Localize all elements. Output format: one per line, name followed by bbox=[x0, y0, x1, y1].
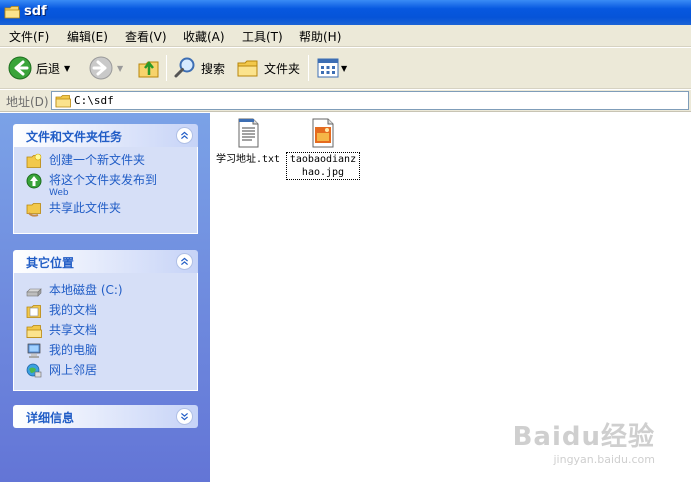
place-label: 共享文档 bbox=[49, 323, 98, 337]
menu-view[interactable]: 查看(V) bbox=[125, 28, 167, 45]
text-file-icon bbox=[238, 118, 259, 148]
toolbar-separator bbox=[166, 55, 167, 81]
chevron-up-icon[interactable] bbox=[176, 253, 193, 270]
folders-label: 文件夹 bbox=[264, 61, 301, 76]
file-view[interactable]: 学习地址.txt taobaodianzhao.jpg Baidu经验 jing… bbox=[210, 113, 691, 482]
folders-button[interactable]: 文件夹 bbox=[236, 54, 300, 82]
place-label: 本地磁盘 (C:) bbox=[49, 283, 123, 297]
chevron-up-icon[interactable] bbox=[176, 127, 193, 144]
my-computer-icon bbox=[27, 343, 41, 358]
address-input[interactable]: C:\sdf bbox=[51, 91, 689, 110]
image-file-icon bbox=[312, 118, 334, 148]
panel-header[interactable]: 其它位置 bbox=[13, 250, 198, 273]
menu-tools[interactable]: 工具(T) bbox=[242, 28, 283, 45]
place-network[interactable]: 网上邻居 bbox=[26, 363, 197, 383]
back-label: 后退 bbox=[36, 61, 61, 76]
title-bar[interactable]: sdf bbox=[0, 0, 691, 25]
place-local-disk[interactable]: 本地磁盘 (C:) bbox=[26, 283, 197, 303]
place-label: 我的电脑 bbox=[49, 343, 98, 357]
views-button[interactable]: ▼ bbox=[316, 54, 347, 82]
task-new-folder[interactable]: 创建一个新文件夹 bbox=[26, 153, 197, 173]
watermark: Baidu经验 jingyan.baidu.com bbox=[513, 416, 655, 466]
task-label: 创建一个新文件夹 bbox=[49, 153, 146, 167]
up-folder-icon bbox=[138, 60, 159, 78]
other-places-panel: 其它位置 本地磁盘 (C:) 我的文档 共享文档 我的电脑 网上邻居 bbox=[13, 250, 198, 391]
panel-body: 本地磁盘 (C:) 我的文档 共享文档 我的电脑 网上邻居 bbox=[13, 273, 198, 391]
place-my-computer[interactable]: 我的电脑 bbox=[26, 343, 197, 363]
menu-favorites[interactable]: 收藏(A) bbox=[183, 28, 225, 45]
folder-icon bbox=[4, 6, 20, 19]
search-label: 搜索 bbox=[201, 61, 226, 76]
address-path: C:\sdf bbox=[74, 94, 114, 107]
local-disk-icon bbox=[26, 288, 42, 297]
back-arrow-icon bbox=[8, 56, 32, 80]
file-folder-tasks-panel: 文件和文件夹任务 创建一个新文件夹 将这个文件夹发布到 Web 共享此文件夹 bbox=[13, 124, 198, 234]
window-title: sdf bbox=[24, 4, 47, 19]
up-folder-button[interactable] bbox=[137, 54, 161, 82]
menu-edit[interactable]: 编辑(E) bbox=[67, 28, 108, 45]
folder-icon bbox=[55, 95, 71, 108]
task-label: 将这个文件夹发布到 bbox=[49, 173, 158, 187]
task-publish-web[interactable]: 将这个文件夹发布到 Web bbox=[26, 173, 197, 201]
file-item[interactable]: 学习地址.txt bbox=[212, 117, 284, 166]
place-label: 网上邻居 bbox=[49, 363, 98, 377]
menu-file[interactable]: 文件(F) bbox=[9, 28, 49, 45]
search-icon bbox=[174, 57, 195, 78]
back-button[interactable]: 后退 ▼ bbox=[8, 54, 70, 82]
views-dropdown-icon[interactable]: ▼ bbox=[341, 64, 347, 73]
menu-help[interactable]: 帮助(H) bbox=[299, 28, 341, 45]
place-shared-documents[interactable]: 共享文档 bbox=[26, 323, 197, 343]
file-item[interactable]: taobaodianzhao.jpg bbox=[286, 117, 360, 180]
network-places-icon bbox=[26, 363, 42, 378]
panel-body: 创建一个新文件夹 将这个文件夹发布到 Web 共享此文件夹 bbox=[13, 147, 198, 234]
views-icon bbox=[317, 58, 339, 78]
task-sublabel: Web bbox=[49, 188, 69, 198]
panel-header[interactable]: 详细信息 bbox=[13, 405, 198, 428]
file-name: taobaodianzhao.jpg bbox=[286, 152, 360, 180]
details-panel: 详细信息 bbox=[13, 405, 198, 428]
watermark-url: jingyan.baidu.com bbox=[553, 453, 655, 466]
new-folder-icon bbox=[26, 153, 42, 168]
my-documents-icon bbox=[26, 305, 41, 318]
publish-web-icon bbox=[26, 173, 42, 189]
menu-bar: 文件(F) 编辑(E) 查看(V) 收藏(A) 工具(T) 帮助(H) bbox=[0, 25, 691, 47]
panel-header[interactable]: 文件和文件夹任务 bbox=[13, 124, 198, 147]
panel-title: 文件和文件夹任务 bbox=[26, 130, 123, 144]
panel-title: 详细信息 bbox=[26, 411, 75, 425]
address-label: 地址(D) bbox=[6, 95, 49, 109]
address-bar: 地址(D) C:\sdf bbox=[0, 90, 691, 112]
file-name: 学习地址.txt bbox=[215, 154, 281, 165]
place-label: 我的文档 bbox=[49, 303, 98, 317]
task-pane: 文件和文件夹任务 创建一个新文件夹 将这个文件夹发布到 Web 共享此文件夹 其… bbox=[0, 113, 210, 482]
search-button[interactable]: 搜索 bbox=[173, 54, 225, 82]
toolbar-separator bbox=[308, 55, 309, 81]
share-folder-icon bbox=[26, 203, 41, 217]
explorer-window: sdf 文件(F) 编辑(E) 查看(V) 收藏(A) 工具(T) 帮助(H) … bbox=[0, 0, 691, 482]
back-dropdown-icon[interactable]: ▼ bbox=[64, 64, 70, 73]
forward-button[interactable]: ▼ bbox=[89, 54, 123, 82]
folders-icon bbox=[237, 60, 258, 77]
watermark-logo: Baidu经验 bbox=[512, 422, 655, 452]
task-share-folder[interactable]: 共享此文件夹 bbox=[26, 201, 197, 221]
toolbar: 后退 ▼ ▼ 搜索 文件夹 ▼ bbox=[0, 48, 691, 89]
chevron-down-icon[interactable] bbox=[176, 408, 193, 425]
place-my-documents[interactable]: 我的文档 bbox=[26, 303, 197, 323]
forward-arrow-icon bbox=[89, 56, 113, 80]
task-label: 共享此文件夹 bbox=[49, 201, 122, 215]
panel-title: 其它位置 bbox=[26, 256, 75, 270]
shared-documents-icon bbox=[26, 325, 42, 338]
forward-dropdown-icon[interactable]: ▼ bbox=[117, 64, 123, 73]
